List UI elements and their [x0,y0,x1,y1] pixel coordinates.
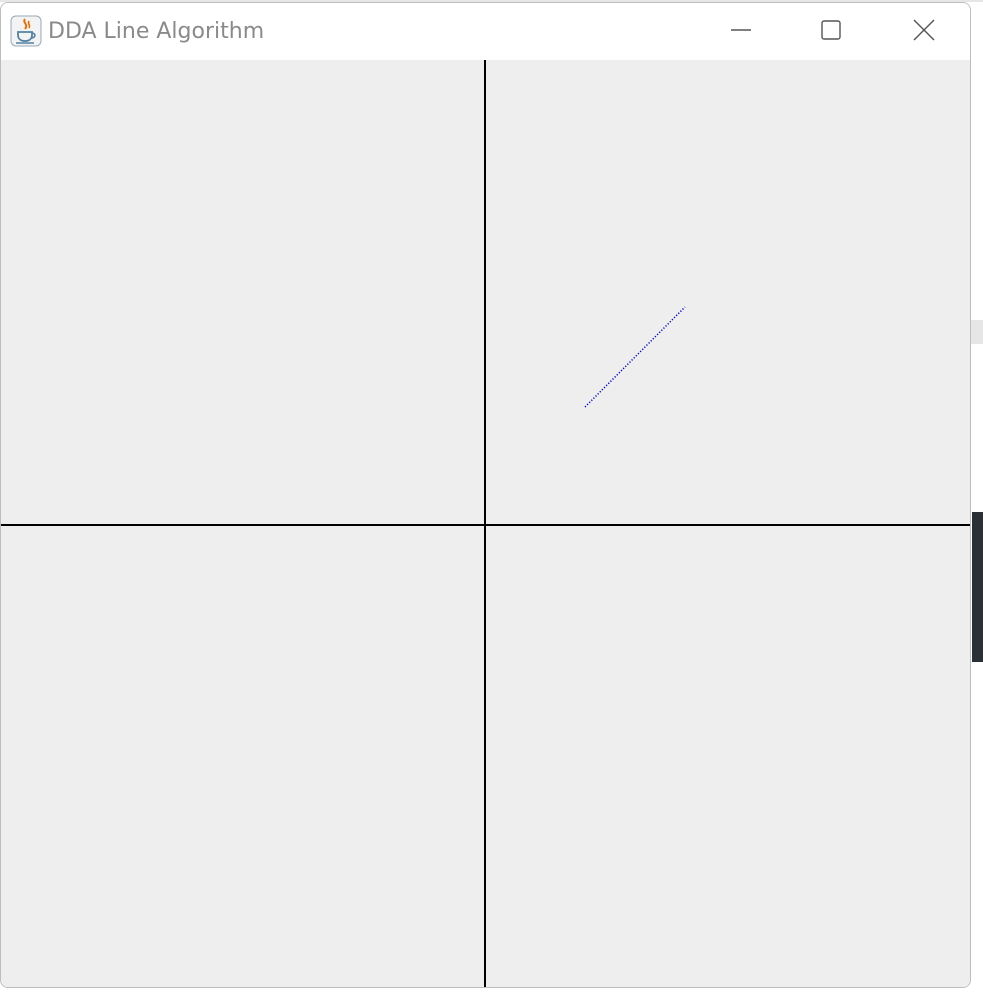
title-bar[interactable]: DDA Line Algorithm [1,3,970,60]
close-icon [912,18,936,47]
background-app-dark-panel [972,512,983,662]
background-app-strip [971,320,983,344]
java-coffee-cup-icon [10,15,42,47]
minimize-button[interactable] [711,9,771,55]
minimize-icon [730,19,752,46]
maximize-button[interactable] [801,9,861,55]
close-button[interactable] [894,9,954,55]
maximize-icon [820,19,842,46]
drawing-canvas [1,60,970,987]
dda-line-segment [584,306,686,408]
canvas-svg [1,60,970,987]
app-window: DDA Line Algorithm [0,2,971,988]
window-title: DDA Line Algorithm [48,19,265,44]
